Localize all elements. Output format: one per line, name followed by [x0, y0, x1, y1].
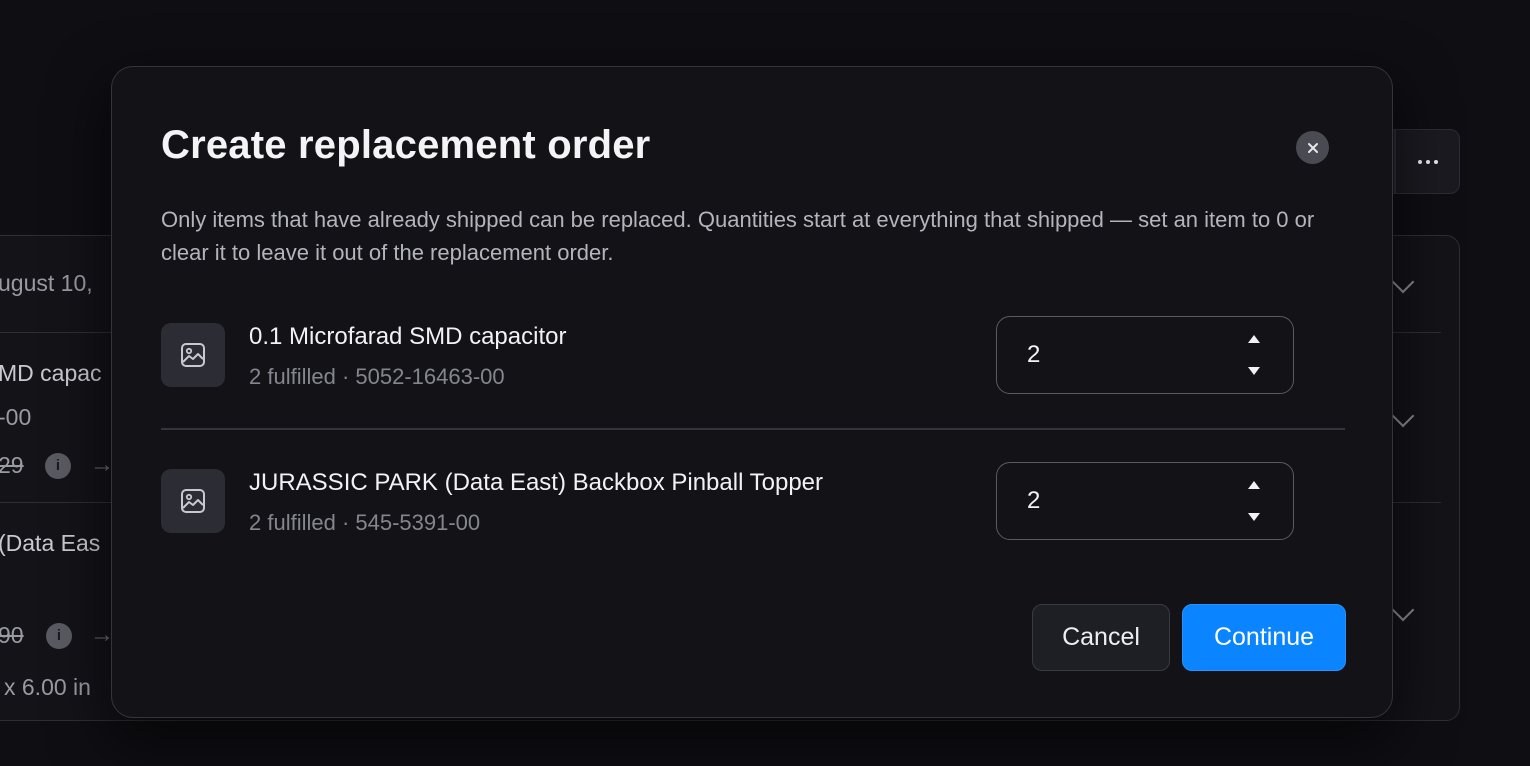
- close-button[interactable]: [1296, 131, 1329, 164]
- more-options-icon: [1396, 129, 1460, 194]
- item-divider: [161, 428, 1345, 430]
- replacement-order-dialog: Create replacement order Only items that…: [111, 66, 1393, 718]
- cancel-button[interactable]: Cancel: [1032, 604, 1170, 671]
- background-item-price: 90: [0, 622, 24, 648]
- background-item-name: (Data Eas: [0, 530, 101, 556]
- continue-button[interactable]: Continue: [1182, 604, 1346, 671]
- background-item-name: MD capac: [0, 360, 102, 386]
- dialog-title: Create replacement order: [161, 123, 651, 167]
- page: ugust 10, MD capac -00 29 i → (Data Eas …: [0, 0, 1530, 766]
- decrement-icon[interactable]: [1248, 367, 1260, 375]
- quantity-stepper[interactable]: 2: [996, 316, 1294, 394]
- info-icon: i: [45, 453, 71, 479]
- background-item-price: 29: [0, 452, 24, 478]
- background-dimensions: x 6.00 in: [4, 674, 91, 700]
- chevron-down-icon: [1391, 270, 1415, 294]
- product-thumbnail: [161, 323, 225, 387]
- quantity-value: 2: [1027, 487, 1041, 514]
- dialog-description: Only items that have already shipped can…: [161, 207, 1315, 265]
- close-icon: [1307, 142, 1318, 153]
- image-icon: [181, 489, 205, 513]
- product-thumbnail: [161, 469, 225, 533]
- item-meta: 2 fulfilled · 5052-16463-00: [249, 364, 505, 389]
- item-meta: 2 fulfilled · 545-5391-00: [249, 510, 481, 535]
- image-icon: [181, 343, 205, 367]
- item-name: 0.1 Microfarad SMD capacitor: [249, 323, 567, 350]
- item-name: JURASSIC PARK (Data East) Backbox Pinbal…: [249, 469, 824, 496]
- quantity-stepper[interactable]: 2: [996, 462, 1294, 540]
- decrement-icon[interactable]: [1248, 513, 1260, 521]
- chevron-down-icon: [1391, 404, 1415, 428]
- increment-icon[interactable]: [1248, 481, 1260, 489]
- background-item-sku: -00: [0, 404, 32, 430]
- chevron-down-icon: [1391, 598, 1415, 622]
- quantity-value: 2: [1027, 341, 1041, 368]
- background-date: ugust 10,: [0, 270, 93, 296]
- info-icon: i: [46, 623, 72, 649]
- increment-icon[interactable]: [1248, 335, 1260, 343]
